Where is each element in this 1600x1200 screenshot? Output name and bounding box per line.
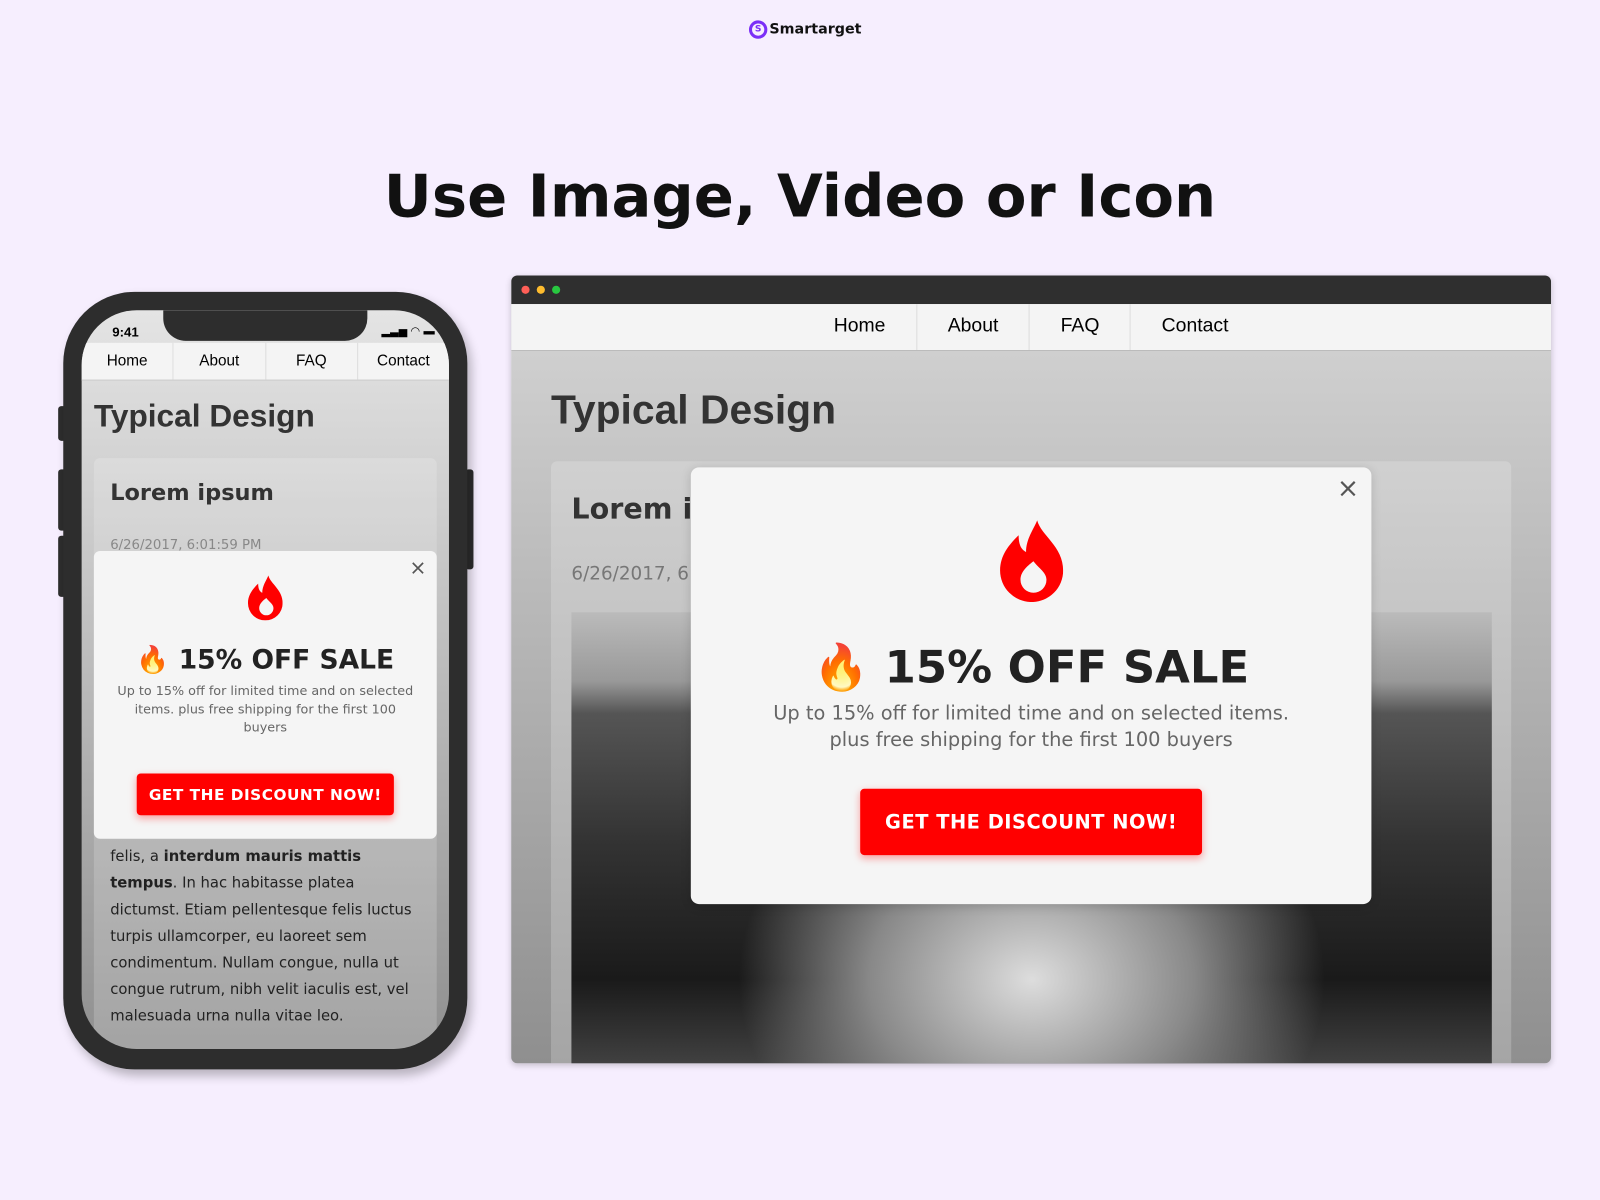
sale-description: Up to 15% off for limited time and on se… [773, 702, 1290, 752]
body-text: . In hac habitasse platea dictumst. Etia… [110, 875, 412, 1025]
fire-emoji: 🔥 [136, 644, 170, 676]
sale-description: Up to 15% off for limited time and on se… [117, 682, 414, 735]
page-title: Typical Design [93, 397, 315, 434]
browser-titlebar [511, 275, 1552, 305]
sale-title: 15% OFF SALE [884, 641, 1250, 694]
nav-faq[interactable]: FAQ [1030, 304, 1132, 350]
close-icon[interactable]: × [1337, 473, 1359, 504]
nav-home[interactable]: Home [82, 342, 174, 380]
nav-faq[interactable]: FAQ [266, 342, 358, 380]
browser-popup: × 🔥 15% OFF SALE Up to 15% off for limit… [690, 467, 1372, 905]
card-title: Lorem ipsum [110, 480, 274, 507]
get-discount-button[interactable]: GET THE DISCOUNT NOW! [136, 773, 394, 816]
minimize-window-dot[interactable] [536, 285, 545, 294]
nav-contact[interactable]: Contact [358, 343, 449, 380]
status-time: 9:41 [112, 324, 139, 340]
phone-nav: Home About FAQ Contact [81, 342, 449, 381]
flame-icon [94, 575, 437, 621]
body-text: felis, a [110, 848, 164, 866]
close-icon[interactable]: × [409, 555, 426, 579]
article-body: felis, a interdum mauris mattis tempus. … [110, 844, 426, 1030]
browser-nav: Home About FAQ Contact [511, 304, 1552, 352]
headline: Use Image, Video or Icon [383, 161, 1217, 231]
nav-contact[interactable]: Contact [1131, 304, 1259, 350]
target-arrow-icon: S [748, 20, 768, 39]
flame-icon [691, 520, 1372, 603]
nav-home[interactable]: Home [803, 304, 918, 350]
page-title: Typical Design [551, 387, 837, 433]
nav-about[interactable]: About [174, 342, 266, 380]
card-date: 6/26/2017, 6: [571, 563, 696, 585]
brand-logo: S Smartarget [748, 20, 862, 39]
brand-name: Smartarget [769, 21, 862, 38]
maximize-window-dot[interactable] [552, 285, 561, 294]
close-window-dot[interactable] [521, 285, 530, 294]
fire-emoji: 🔥 [813, 641, 869, 694]
sale-title: 15% OFF SALE [178, 644, 395, 676]
phone-popup: × 🔥 15% OFF SALE Up to 15% off for limit… [93, 551, 437, 839]
status-icons: ▂▃▅ ◠ ▬ [381, 325, 435, 338]
get-discount-button[interactable]: GET THE DISCOUNT NOW! [860, 788, 1203, 856]
phone-notch [163, 310, 368, 341]
nav-about[interactable]: About [917, 304, 1031, 350]
